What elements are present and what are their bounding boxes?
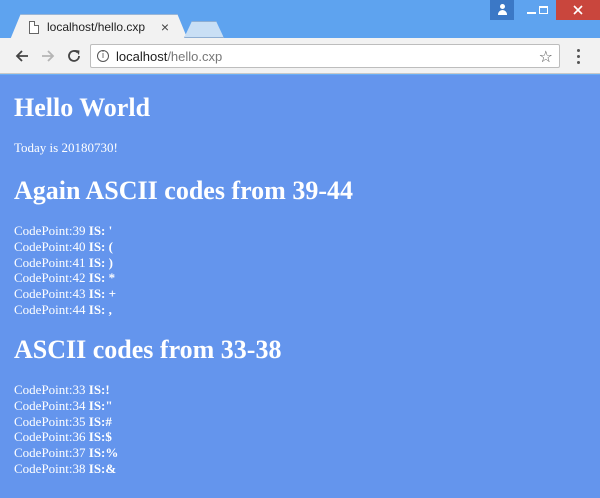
list-item: CodePoint:43 IS: + (14, 286, 117, 302)
maximize-button[interactable] (530, 0, 556, 20)
list-item: CodePoint:35 IS:# (14, 413, 112, 429)
url-host: localhost (116, 48, 168, 64)
list-item: CodePoint:37 IS:% (14, 445, 119, 461)
url-path: /hello.cxp (167, 48, 223, 64)
list-item: CodePoint:33 IS:! (14, 382, 110, 397)
browser-tab[interactable]: localhost/hello.cxp × (10, 14, 188, 40)
list-item: CodePoint:38 IS:& (14, 460, 117, 476)
heading-ascii-33-38: ASCII codes from 33-38 (14, 335, 282, 364)
maximize-icon (538, 6, 548, 14)
list-item: CodePoint:42 IS: * (14, 270, 116, 286)
forward-button[interactable] (38, 46, 58, 66)
window-titlebar: localhost/hello.cxp × (0, 0, 600, 40)
reload-icon (68, 50, 80, 62)
arrow-right-icon (42, 50, 55, 62)
profile-button[interactable] (490, 0, 514, 20)
list-item: CodePoint:41 IS: ) (14, 254, 113, 270)
list-item: CodePoint:36 IS:$ (14, 429, 112, 445)
code-list-39-44: CodePoint:39 IS: ' CodePoint:40 IS: ( Co… (14, 223, 116, 318)
page-content: Hello World Today is 20180730! Again ASC… (0, 75, 600, 498)
browser-toolbar: i localhost /hello.cxp ☆ (0, 38, 600, 74)
bookmark-star-icon[interactable]: ☆ (539, 47, 553, 67)
list-item: CodePoint:40 IS: ( (14, 238, 113, 254)
back-button[interactable] (12, 46, 32, 66)
address-bar[interactable]: i localhost /hello.cxp ☆ (90, 44, 560, 68)
tab-title: localhost/hello.cxp (47, 20, 146, 34)
list-item: CodePoint:44 IS: , (14, 301, 112, 317)
reload-button[interactable] (64, 46, 84, 66)
list-item: CodePoint:39 IS: ' (14, 223, 113, 238)
close-icon (573, 5, 583, 15)
info-icon[interactable]: i (97, 50, 109, 62)
list-item: CodePoint:34 IS:" (14, 397, 113, 413)
heading-ascii-39-44: Again ASCII codes from 39-44 (14, 176, 353, 205)
today-text: Today is 20180730! (14, 140, 118, 155)
new-tab-button[interactable] (184, 21, 224, 38)
browser-menu-icon[interactable] (568, 46, 588, 66)
tab-close-icon[interactable]: × (161, 20, 169, 34)
page-icon (29, 20, 39, 34)
heading-hello-world: Hello World (14, 93, 151, 122)
code-list-33-38: CodePoint:33 IS:! CodePoint:34 IS:" Code… (14, 382, 118, 477)
arrow-left-icon (15, 50, 28, 62)
user-icon (497, 4, 507, 16)
close-window-button[interactable] (556, 0, 600, 20)
